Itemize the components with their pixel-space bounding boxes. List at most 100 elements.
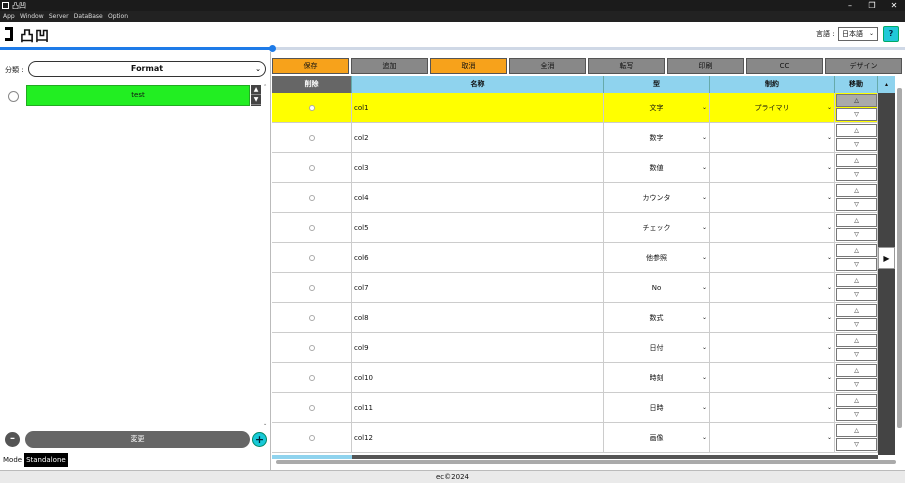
move-up-button[interactable]: △ — [836, 94, 877, 107]
name-cell[interactable]: col4 — [352, 183, 604, 213]
cancel-button[interactable]: 取消 — [430, 58, 507, 74]
list-item-radio[interactable] — [8, 91, 19, 102]
scroll-up-icon[interactable]: ⌃ — [263, 84, 267, 90]
constraint-select[interactable]: ⌄ — [710, 243, 835, 273]
delete-radio[interactable] — [309, 165, 315, 171]
clear-all-button[interactable]: 全消 — [509, 58, 586, 74]
constraint-select[interactable]: ⌄ — [710, 153, 835, 183]
column-header-name[interactable]: 名称 — [352, 76, 604, 93]
constraint-select[interactable]: ⌄ — [710, 123, 835, 153]
type-select[interactable]: No ⌄ — [604, 273, 710, 303]
scroll-down-icon[interactable]: ⌄ — [263, 421, 267, 427]
move-up-button[interactable]: △ — [836, 184, 877, 197]
type-select[interactable]: 文字 ⌄ — [604, 93, 710, 123]
table-row[interactable]: col12 画像 ⌄ ⌄ △ ▽ — [272, 423, 878, 453]
move-down-button[interactable]: ▽ — [836, 408, 877, 421]
delete-radio[interactable] — [309, 255, 315, 261]
move-up-button[interactable]: △ — [836, 364, 877, 377]
save-button[interactable]: 保存 — [272, 58, 349, 74]
type-select[interactable]: 時刻 ⌄ — [604, 363, 710, 393]
name-cell[interactable]: col9 — [352, 333, 604, 363]
type-select[interactable]: 日付 ⌄ — [604, 333, 710, 363]
constraint-select[interactable]: ⌄ — [710, 213, 835, 243]
type-select[interactable]: 数式 ⌄ — [604, 303, 710, 333]
type-select[interactable]: 画像 ⌄ — [604, 423, 710, 453]
table-row[interactable]: col7 No ⌄ ⌄ △ ▽ — [272, 273, 878, 303]
category-select[interactable]: Format ⌄ — [28, 61, 266, 77]
delete-radio[interactable] — [309, 315, 315, 321]
move-down-button[interactable]: ▽ — [836, 288, 877, 301]
move-down-button[interactable]: ▽ — [836, 108, 877, 121]
constraint-select[interactable]: ⌄ — [710, 303, 835, 333]
delete-radio[interactable] — [309, 135, 315, 141]
column-header-type[interactable]: 型 — [604, 76, 710, 93]
delete-radio[interactable] — [309, 195, 315, 201]
close-button[interactable]: ✕ — [884, 0, 904, 11]
move-down-button[interactable]: ▽ — [836, 198, 877, 211]
table-row[interactable]: col2 数字 ⌄ ⌄ △ ▽ — [272, 123, 878, 153]
move-up-button[interactable]: △ — [836, 214, 877, 227]
name-cell[interactable]: col5 — [352, 213, 604, 243]
move-up-button[interactable]: △ — [836, 244, 877, 257]
menu-window[interactable]: Window — [20, 11, 44, 22]
menu-server[interactable]: Server — [49, 11, 69, 22]
constraint-select[interactable]: ⌄ — [710, 333, 835, 363]
name-cell[interactable]: col2 — [352, 123, 604, 153]
menu-app[interactable]: App — [3, 11, 15, 22]
remove-button[interactable]: – — [5, 432, 20, 447]
constraint-select[interactable]: ⌄ — [710, 273, 835, 303]
menu-database[interactable]: DataBase — [74, 11, 103, 22]
design-button[interactable]: デザイン — [825, 58, 902, 74]
move-down-button[interactable]: ▽ — [836, 228, 877, 241]
name-cell[interactable]: col10 — [352, 363, 604, 393]
delete-radio[interactable] — [309, 345, 315, 351]
name-cell[interactable]: col7 — [352, 273, 604, 303]
delete-radio[interactable] — [309, 405, 315, 411]
constraint-select[interactable]: ⌄ — [710, 183, 835, 213]
type-select[interactable]: 他参照 ⌄ — [604, 243, 710, 273]
move-down-button[interactable]: ▽ — [836, 378, 877, 391]
delete-radio[interactable] — [309, 285, 315, 291]
table-row[interactable]: col6 他参照 ⌄ ⌄ △ ▽ — [272, 243, 878, 273]
name-cell[interactable]: col1 — [352, 93, 604, 123]
constraint-select[interactable]: ⌄ — [710, 423, 835, 453]
move-up-button[interactable]: △ — [836, 304, 877, 317]
table-row[interactable]: col8 数式 ⌄ ⌄ △ ▽ — [272, 303, 878, 333]
add-row-button[interactable]: 追加 — [351, 58, 428, 74]
table-row[interactable]: col10 時刻 ⌄ ⌄ △ ▽ — [272, 363, 878, 393]
constraint-select[interactable]: プライマリ ⌄ — [710, 93, 835, 123]
language-select[interactable]: 日本語 ⌄ — [838, 27, 878, 41]
add-button[interactable]: + — [252, 432, 267, 447]
delete-radio[interactable] — [309, 375, 315, 381]
move-up-button[interactable]: △ — [836, 334, 877, 347]
constraint-select[interactable]: ⌄ — [710, 363, 835, 393]
name-cell[interactable]: col11 — [352, 393, 604, 423]
move-down-button[interactable]: ▽ — [836, 318, 877, 331]
column-header-constraint[interactable]: 制約 — [710, 76, 835, 93]
maximize-button[interactable]: ❐ — [862, 0, 882, 11]
move-down-button[interactable]: ▽ — [836, 258, 877, 271]
grid-horizontal-scrollbar[interactable] — [272, 458, 903, 466]
move-up-button[interactable]: △ — [836, 394, 877, 407]
name-cell[interactable]: col8 — [352, 303, 604, 333]
table-row[interactable]: col1 文字 ⌄ プライマリ ⌄ △ ▽ — [272, 93, 878, 123]
type-select[interactable]: チェック ⌄ — [604, 213, 710, 243]
name-cell[interactable]: col12 — [352, 423, 604, 453]
delete-radio[interactable] — [309, 225, 315, 231]
change-button[interactable]: 変更 — [25, 431, 250, 448]
print-button[interactable]: 印刷 — [667, 58, 744, 74]
constraint-select[interactable]: ⌄ — [710, 393, 835, 423]
move-up-button[interactable]: △ — [836, 154, 877, 167]
table-row[interactable]: col9 日付 ⌄ ⌄ △ ▽ — [272, 333, 878, 363]
move-up-button[interactable]: △ — [836, 424, 877, 437]
cc-button[interactable]: CC — [746, 58, 823, 74]
type-select[interactable]: 数値 ⌄ — [604, 153, 710, 183]
table-row[interactable]: col3 数値 ⌄ ⌄ △ ▽ — [272, 153, 878, 183]
move-down-button[interactable]: ▽ — [836, 438, 877, 451]
delete-radio[interactable] — [309, 435, 315, 441]
type-select[interactable]: 日時 ⌄ — [604, 393, 710, 423]
move-up-button[interactable]: △ — [836, 124, 877, 137]
column-header-move[interactable]: 移動 — [835, 76, 878, 93]
column-header-delete[interactable]: 削除 — [272, 76, 352, 93]
progress-slider-handle[interactable] — [269, 45, 276, 52]
